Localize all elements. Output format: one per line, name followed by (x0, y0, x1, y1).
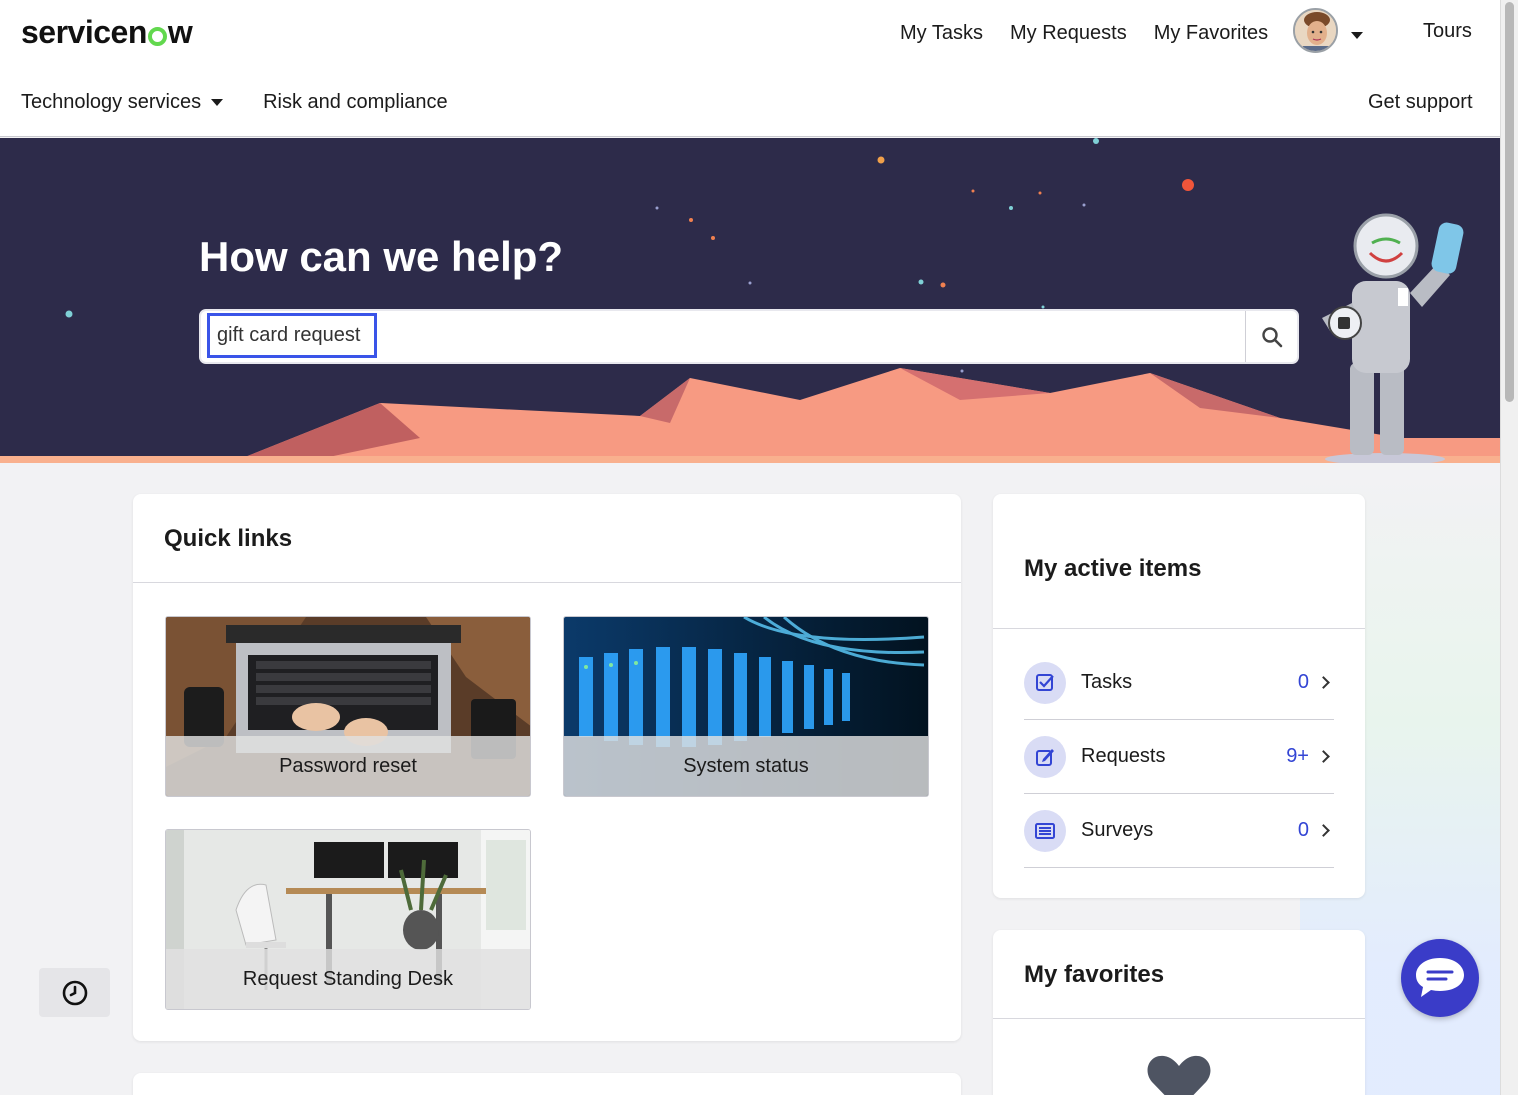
chevron-right-icon (1317, 676, 1330, 689)
menu-technology-services-label: Technology services (21, 91, 202, 113)
quick-link-request-standing-desk[interactable]: Request Standing Desk (165, 829, 531, 1010)
active-item-label: Tasks (1081, 671, 1133, 693)
divider (133, 582, 961, 583)
sub-nav: Technology services Risk and compliance (21, 91, 488, 114)
favorites-title: My favorites (1024, 961, 1165, 988)
page-scrollbar[interactable] (1500, 0, 1518, 1095)
quick-links-card: Quick links Password reset System status… (133, 494, 961, 1041)
lower-card (133, 1073, 961, 1095)
active-item-count: 0 (1297, 819, 1309, 841)
logo-o-icon (147, 27, 167, 46)
get-support-link[interactable]: Get support (1368, 91, 1473, 114)
quick-link-password-reset[interactable]: Password reset (165, 616, 531, 797)
hero-banner: How can we help? (0, 138, 1500, 463)
scrollbar-thumb[interactable] (1505, 2, 1514, 402)
servicenow-logo[interactable]: servicen w (21, 14, 193, 51)
active-items-title: My active items (1024, 555, 1202, 582)
heart-icon (1147, 1055, 1211, 1095)
menu-risk-compliance-label: Risk and compliance (263, 91, 448, 113)
top-header: servicen w My Tasks My Requests My Favori… (0, 0, 1500, 137)
chat-button[interactable] (1401, 939, 1479, 1017)
active-item-requests[interactable]: Requests 9+ (1024, 720, 1334, 794)
chevron-right-icon (1317, 824, 1330, 837)
edit-icon (1024, 735, 1066, 778)
active-items-card: My active items Tasks 0 Requests 9+ Surv… (993, 494, 1365, 898)
hero-illustration (0, 138, 1500, 463)
active-item-count: 0 (1297, 671, 1309, 693)
active-item-tasks[interactable]: Tasks 0 (1024, 646, 1334, 720)
active-item-surveys[interactable]: Surveys 0 (1024, 794, 1334, 868)
chevron-right-icon (1317, 750, 1330, 763)
tile-label: Request Standing Desk (166, 949, 530, 1009)
tile-label: System status (564, 736, 928, 796)
clock-icon (62, 980, 87, 1005)
quick-links-title: Quick links (164, 525, 293, 552)
history-button[interactable] (39, 968, 110, 1017)
avatar[interactable] (1293, 8, 1338, 53)
chat-bubble-icon (1416, 958, 1464, 997)
favorites-card: My favorites (993, 930, 1365, 1095)
tours-link[interactable]: Tours (1423, 20, 1472, 43)
chevron-down-icon (211, 99, 224, 106)
nav-my-requests[interactable]: My Requests (1010, 22, 1127, 45)
list-icon (1024, 809, 1066, 852)
divider (993, 628, 1365, 629)
menu-risk-compliance[interactable]: Risk and compliance (263, 91, 448, 114)
search-button[interactable] (1245, 311, 1297, 362)
hero-title: How can we help? (199, 233, 564, 280)
search-bar (199, 309, 1299, 364)
quick-link-system-status[interactable]: System status (563, 616, 929, 797)
menu-technology-services[interactable]: Technology services (21, 91, 224, 114)
search-input[interactable] (207, 313, 377, 358)
logo-text: servicen (21, 14, 147, 50)
logo-text-end: w (167, 14, 193, 50)
task-check-icon (1024, 661, 1066, 704)
active-item-label: Requests (1081, 745, 1166, 767)
avatar-face-icon (1295, 10, 1336, 51)
active-item-count: 9+ (1286, 745, 1309, 767)
search-icon (1261, 326, 1282, 347)
user-menu-chevron-down-icon[interactable] (1351, 32, 1363, 39)
top-nav: My Tasks My Requests My Favorites (873, 18, 1268, 48)
nav-my-tasks[interactable]: My Tasks (900, 22, 983, 45)
nav-my-favorites[interactable]: My Favorites (1154, 22, 1268, 45)
active-item-label: Surveys (1081, 819, 1154, 841)
divider (993, 1018, 1365, 1019)
tile-label: Password reset (166, 736, 530, 796)
